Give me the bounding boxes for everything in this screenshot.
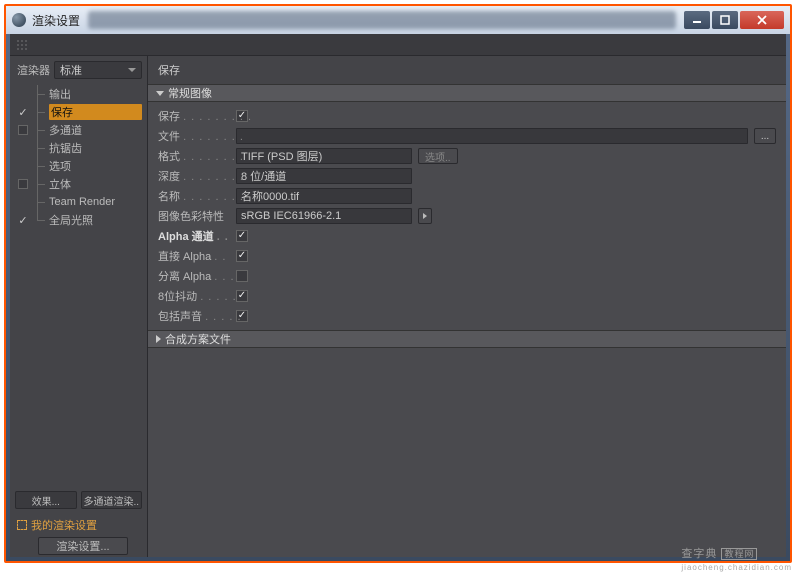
field-separate-alpha: 分离 Alpha . . . (158, 266, 776, 286)
alpha-channel-checkbox[interactable] (236, 230, 248, 242)
renderer-label: 渲染器 (17, 62, 50, 78)
titlebar-blur (88, 11, 676, 29)
sidebar-buttons: 效果... 多通道渲染.. (15, 489, 142, 511)
color-profile-select[interactable]: sRGB IEC61966-2.1 (236, 208, 412, 224)
renderer-dropdown[interactable]: 标准 (54, 61, 142, 79)
format-select[interactable]: TIFF (PSD 图层) (236, 148, 412, 164)
preset-label: 我的渲染设置 (31, 517, 97, 533)
section-regular-fields: 保存 . . . . . . . . . 文件 . . . . . . . . … (148, 102, 786, 330)
field-name: 名称 . . . . . . . . 名称0000.tif (158, 186, 776, 206)
titlebar[interactable]: 渲染设置 (6, 6, 790, 34)
triangle-right-icon (156, 335, 161, 343)
sidebar-item-stereo[interactable]: 立体 (15, 175, 142, 193)
field-format: 格式 . . . . . . . . TIFF (PSD 图层) 选项.. (158, 146, 776, 166)
separate-alpha-checkbox[interactable] (236, 270, 248, 282)
format-options-button[interactable]: 选项.. (418, 148, 458, 164)
dither-checkbox[interactable] (236, 290, 248, 302)
triangle-down-icon (156, 91, 164, 96)
field-color-profile: 图像色彩特性 sRGB IEC61966-2.1 (158, 206, 776, 226)
toolbar-strip (10, 34, 786, 56)
field-file: 文件 . . . . . . . . ... (158, 126, 776, 146)
sidebar-item-multipass[interactable]: 多通道 (15, 121, 142, 139)
depth-select[interactable]: 8 位/通道 (236, 168, 412, 184)
renderer-selector: 渲染器 标准 (15, 61, 142, 79)
browse-button[interactable]: ... (754, 128, 776, 144)
color-profile-expand[interactable] (418, 208, 432, 224)
grid-icon (16, 39, 28, 51)
close-button[interactable] (740, 11, 784, 29)
sidebar-item-gi[interactable]: ✓全局光照 (15, 211, 142, 229)
minimize-button[interactable] (684, 11, 710, 29)
window-frame: 渲染设置 渲染器 标准 输出 ✓保存 (4, 4, 792, 563)
field-depth: 深度 . . . . . . . . 8 位/通道 (158, 166, 776, 186)
field-alpha-channel: Alpha 通道 . . (158, 226, 776, 246)
field-include-sound: 包括声音 . . . . . (158, 306, 776, 326)
straight-alpha-checkbox[interactable] (236, 250, 248, 262)
sidebar: 渲染器 标准 输出 ✓保存 多通道 抗锯齿 选项 立体 Team Render … (10, 56, 148, 557)
sidebar-item-output[interactable]: 输出 (15, 85, 142, 103)
sidebar-list: 输出 ✓保存 多通道 抗锯齿 选项 立体 Team Render ✓全局光照 (15, 85, 142, 229)
watermark: 查字典 教程网 jiaocheng.chazidian.com (681, 545, 792, 573)
name-select[interactable]: 名称0000.tif (236, 188, 412, 204)
sidebar-item-antialias[interactable]: 抗锯齿 (15, 139, 142, 157)
field-save: 保存 . . . . . . . . . (158, 106, 776, 126)
window-title: 渲染设置 (32, 12, 80, 29)
render-settings-button[interactable]: 渲染设置... (38, 537, 128, 555)
section-regular-image[interactable]: 常规图像 (148, 84, 786, 102)
effect-button[interactable]: 效果... (15, 491, 77, 509)
multipass-render-button[interactable]: 多通道渲染.. (81, 491, 143, 509)
maximize-button[interactable] (712, 11, 738, 29)
preset-selection-icon (17, 520, 27, 530)
field-straight-alpha: 直接 Alpha . . (158, 246, 776, 266)
panel-title: 保存 (148, 56, 786, 84)
sidebar-item-save[interactable]: ✓保存 (15, 103, 142, 121)
content: 渲染器 标准 输出 ✓保存 多通道 抗锯齿 选项 立体 Team Render … (10, 34, 786, 557)
window-controls (684, 11, 784, 29)
section-compositing-file[interactable]: 合成方案文件 (148, 330, 786, 348)
app-icon (12, 13, 26, 27)
main-area: 渲染器 标准 输出 ✓保存 多通道 抗锯齿 选项 立体 Team Render … (10, 56, 786, 557)
sidebar-item-options[interactable]: 选项 (15, 157, 142, 175)
file-input[interactable] (236, 128, 748, 144)
sidebar-item-teamrender[interactable]: Team Render (15, 193, 142, 211)
renderer-value: 标准 (60, 62, 82, 78)
panel: 保存 常规图像 保存 . . . . . . . . . 文件 . . . . … (148, 56, 786, 557)
chevron-down-icon (128, 68, 136, 72)
triangle-right-icon (423, 213, 427, 219)
field-dither: 8位抖动 . . . . . (158, 286, 776, 306)
preset-row[interactable]: 我的渲染设置 (15, 517, 142, 533)
